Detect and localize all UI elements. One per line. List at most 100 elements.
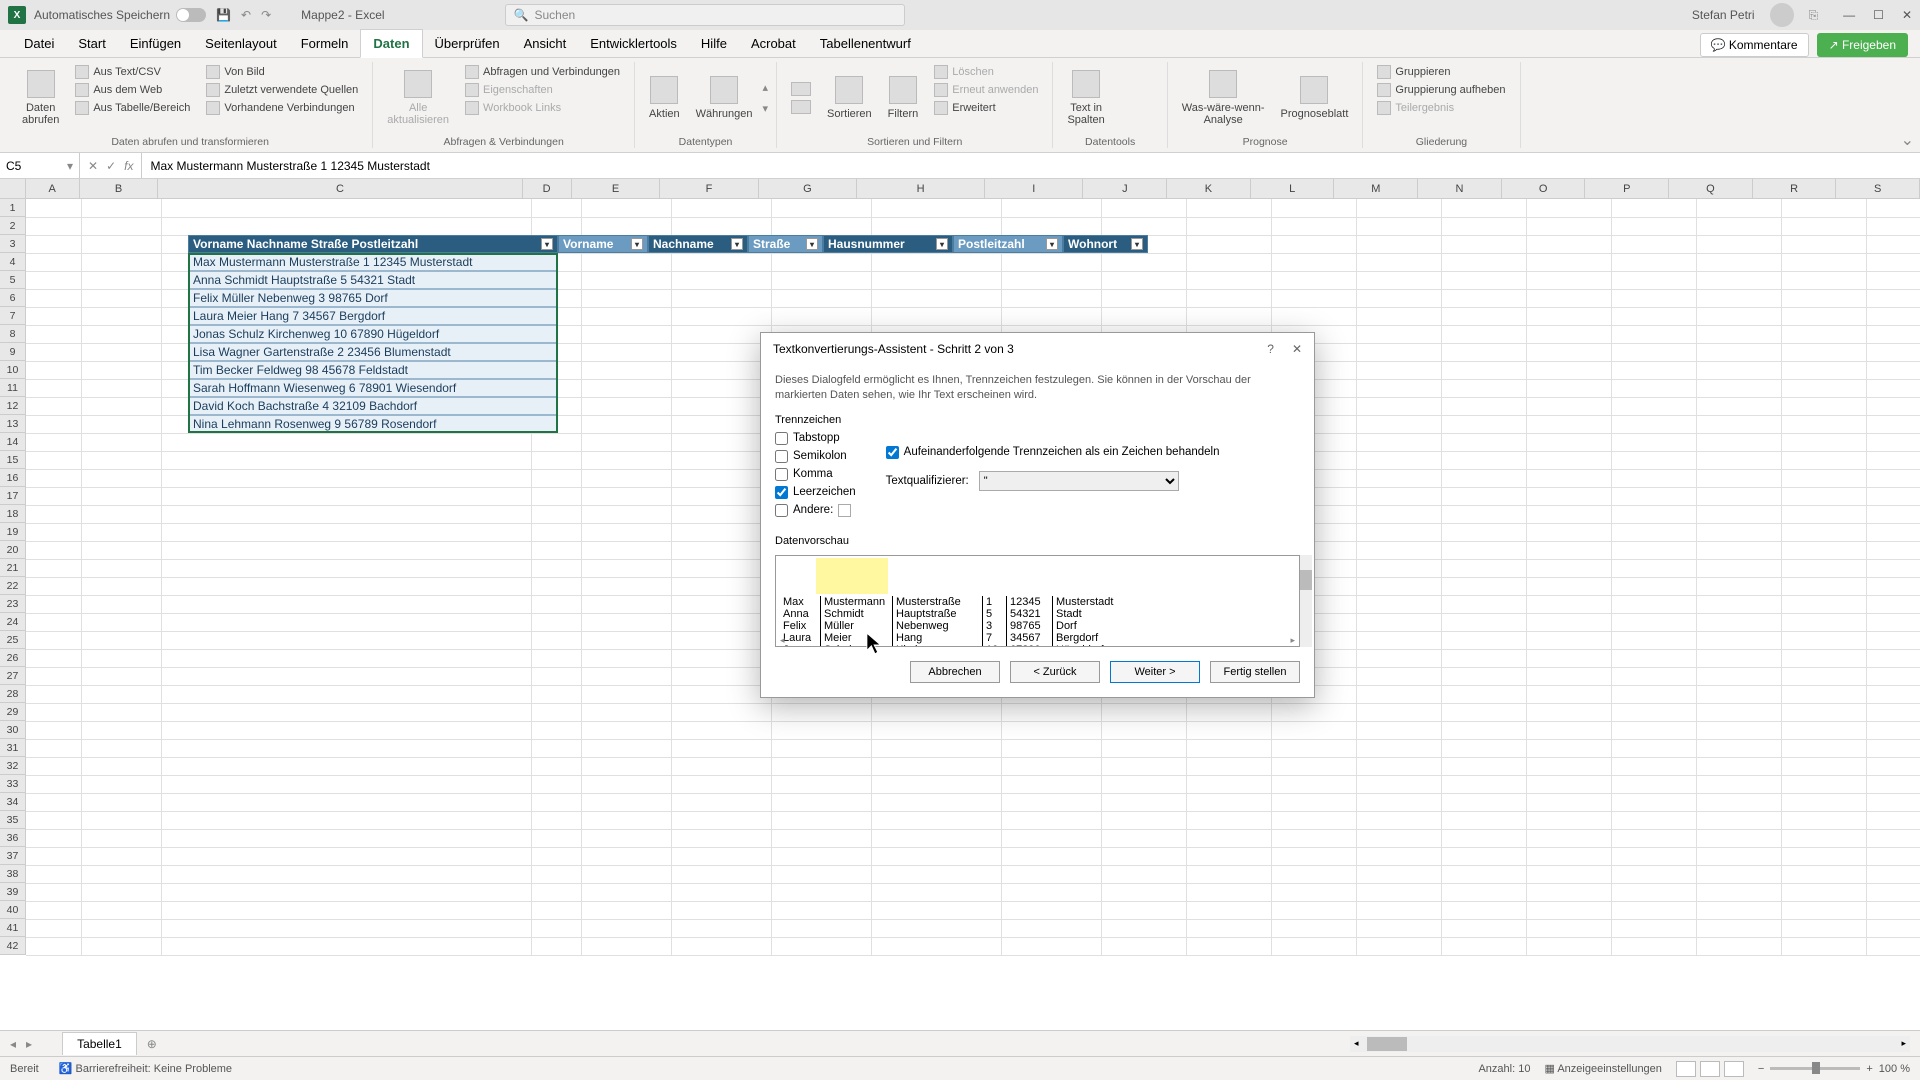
tab-daten[interactable]: Daten [360, 29, 422, 58]
existing-connections[interactable]: Vorhandene Verbindungen [204, 100, 360, 116]
datatype-down-icon[interactable]: ▾ [763, 102, 769, 115]
checkbox-semicolon[interactable]: Semikolon [775, 450, 856, 463]
row-header[interactable]: 17 [0, 487, 26, 505]
row-header[interactable]: 13 [0, 415, 26, 433]
table-row[interactable]: Max Mustermann Musterstraße 1 12345 Must… [188, 253, 558, 271]
share-button[interactable]: ↗ Freigeben [1817, 33, 1908, 57]
finish-button[interactable]: Fertig stellen [1210, 661, 1300, 683]
row-header[interactable]: 37 [0, 847, 26, 865]
row-header[interactable]: 33 [0, 775, 26, 793]
col-header-d[interactable]: D [523, 179, 572, 198]
col-header-p[interactable]: P [1585, 179, 1669, 198]
row-header[interactable]: 40 [0, 901, 26, 919]
table-row[interactable]: Laura Meier Hang 7 34567 Bergdorf [188, 307, 558, 325]
name-box[interactable]: C5▾ [0, 153, 80, 178]
row-header[interactable]: 29 [0, 703, 26, 721]
table-row[interactable]: Felix Müller Nebenweg 3 98765 Dorf [188, 289, 558, 307]
group-button[interactable]: Gruppieren [1375, 64, 1507, 80]
row-header[interactable]: 39 [0, 883, 26, 901]
tab-ansicht[interactable]: Ansicht [512, 30, 579, 57]
autosave-toggle[interactable]: Automatisches Speichern [34, 8, 206, 22]
zoom-slider[interactable] [1770, 1067, 1860, 1070]
flash-fill-icon[interactable] [1115, 64, 1133, 82]
filter-dropdown-icon[interactable]: ▾ [936, 238, 948, 250]
forecast-sheet-button[interactable]: Prognoseblatt [1275, 62, 1355, 134]
table-header-hausnummer[interactable]: Hausnummer▾ [823, 235, 953, 253]
col-header-j[interactable]: J [1083, 179, 1167, 198]
tab-hilfe[interactable]: Hilfe [689, 30, 739, 57]
data-preview[interactable]: MaxMustermannMusterstraße112345Mustersta… [775, 555, 1300, 647]
row-header[interactable]: 23 [0, 595, 26, 613]
tab-ueberpruefen[interactable]: Überprüfen [423, 30, 512, 57]
col-header-n[interactable]: N [1418, 179, 1502, 198]
collapse-ribbon-icon[interactable]: ⌄ [1901, 130, 1914, 150]
col-header-o[interactable]: O [1502, 179, 1586, 198]
filter-dropdown-icon[interactable]: ▾ [1131, 238, 1143, 250]
row-header[interactable]: 20 [0, 541, 26, 559]
recent-sources[interactable]: Zuletzt verwendete Quellen [204, 82, 360, 98]
ungroup-button[interactable]: Gruppierung aufheben [1375, 82, 1507, 98]
data-validation-icon[interactable] [1115, 88, 1133, 106]
row-header[interactable]: 6 [0, 289, 26, 307]
row-header[interactable]: 10 [0, 361, 26, 379]
user-avatar[interactable] [1770, 3, 1794, 27]
row-header[interactable]: 31 [0, 739, 26, 757]
formula-input[interactable]: Max Mustermann Musterstraße 1 12345 Must… [142, 159, 1920, 173]
col-header-c[interactable]: C [158, 179, 522, 198]
table-row[interactable]: Sarah Hoffmann Wiesenweg 6 78901 Wiesend… [188, 379, 558, 397]
row-header[interactable]: 9 [0, 343, 26, 361]
filter-dropdown-icon[interactable]: ▾ [806, 238, 818, 250]
search-box[interactable]: 🔍 Suchen [505, 4, 905, 26]
comments-button[interactable]: 💬 Kommentare [1700, 33, 1809, 57]
table-header-combined[interactable]: Vorname Nachname Straße Postleitzahl▾ [188, 235, 558, 253]
from-web[interactable]: Aus dem Web [73, 82, 192, 98]
display-settings[interactable]: ▦ Anzeigeeinstellungen [1544, 1062, 1661, 1075]
col-header-k[interactable]: K [1167, 179, 1251, 198]
col-header-q[interactable]: Q [1669, 179, 1753, 198]
currencies-button[interactable]: Währungen [690, 62, 759, 134]
tab-datei[interactable]: Datei [12, 30, 66, 57]
col-header-r[interactable]: R [1753, 179, 1837, 198]
checkbox-space[interactable]: Leerzeichen [775, 486, 856, 499]
remove-duplicates-icon[interactable] [1139, 64, 1157, 82]
fx-icon[interactable]: fx [124, 159, 133, 173]
text-qualifier-select[interactable]: " [979, 471, 1179, 491]
tab-seitenlayout[interactable]: Seitenlayout [193, 30, 289, 57]
table-header-strasse[interactable]: Straße▾ [748, 235, 823, 253]
col-header-m[interactable]: M [1334, 179, 1418, 198]
from-table-range[interactable]: Aus Tabelle/Bereich [73, 100, 192, 116]
table-header-plz[interactable]: Postleitzahl▾ [953, 235, 1063, 253]
consolidate-icon[interactable] [1139, 88, 1157, 106]
maximize-button[interactable]: ☐ [1873, 8, 1884, 22]
filter-dropdown-icon[interactable]: ▾ [731, 238, 743, 250]
table-row[interactable]: Lisa Wagner Gartenstraße 2 23456 Blumens… [188, 343, 558, 361]
enter-formula-icon[interactable]: ✓ [106, 159, 116, 173]
user-name[interactable]: Stefan Petri [1692, 8, 1755, 22]
datatype-up-icon[interactable]: ▴ [763, 81, 769, 94]
row-header[interactable]: 42 [0, 937, 26, 955]
what-if-button[interactable]: Was-wäre-wenn- Analyse [1176, 62, 1271, 134]
col-header-l[interactable]: L [1251, 179, 1335, 198]
row-header[interactable]: 1 [0, 199, 26, 217]
cancel-button[interactable]: Abbrechen [910, 661, 1000, 683]
col-header-g[interactable]: G [759, 179, 857, 198]
row-header[interactable]: 27 [0, 667, 26, 685]
table-row[interactable]: Jonas Schulz Kirchenweg 10 67890 Hügeldo… [188, 325, 558, 343]
preview-scroll-right-icon[interactable]: ▸ [1290, 635, 1295, 646]
save-icon[interactable]: 💾 [216, 8, 231, 22]
preview-vertical-scrollbar[interactable] [1300, 555, 1312, 647]
cancel-formula-icon[interactable]: ✕ [88, 159, 98, 173]
sort-button[interactable]: Sortieren [821, 62, 878, 134]
filter-dropdown-icon[interactable]: ▾ [1046, 238, 1058, 250]
from-image[interactable]: Von Bild [204, 64, 360, 80]
zoom-out-icon[interactable]: − [1758, 1063, 1764, 1075]
close-button[interactable]: ✕ [1902, 8, 1912, 22]
col-header-e[interactable]: E [572, 179, 661, 198]
toggle-switch-icon[interactable] [176, 8, 206, 22]
view-normal-icon[interactable] [1676, 1061, 1696, 1077]
row-header[interactable]: 28 [0, 685, 26, 703]
ribbon-display-icon[interactable]: ⎘ [1809, 8, 1819, 23]
tab-einfuegen[interactable]: Einfügen [118, 30, 193, 57]
tab-acrobat[interactable]: Acrobat [739, 30, 808, 57]
row-header[interactable]: 34 [0, 793, 26, 811]
